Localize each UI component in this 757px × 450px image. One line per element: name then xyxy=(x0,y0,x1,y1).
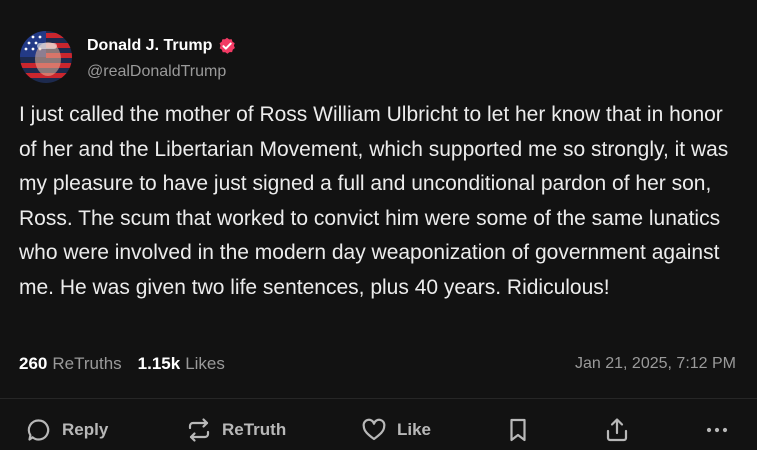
share-button[interactable] xyxy=(604,416,630,444)
retruths-label[interactable]: ReTruths xyxy=(52,354,121,374)
reply-label: Reply xyxy=(62,420,109,439)
post-stats: 260 ReTruths 1.15k Likes xyxy=(19,352,225,376)
reply-icon xyxy=(26,417,52,443)
author-handle[interactable]: @realDonaldTrump xyxy=(87,63,226,81)
avatar-image xyxy=(20,31,72,83)
author-name-row: Donald J. Trump xyxy=(87,35,236,57)
bookmark-icon xyxy=(507,417,529,443)
author-display-name[interactable]: Donald J. Trump xyxy=(87,37,212,55)
reply-button[interactable]: Reply xyxy=(26,416,108,444)
author-avatar[interactable] xyxy=(20,31,72,83)
share-icon xyxy=(604,417,630,443)
verified-badge-icon xyxy=(218,37,236,55)
likes-count[interactable]: 1.15k xyxy=(138,354,181,374)
retruth-button[interactable]: ReTruth xyxy=(186,416,286,444)
retruths-count[interactable]: 260 xyxy=(19,354,47,374)
bookmark-button[interactable] xyxy=(507,416,529,444)
more-icon xyxy=(704,417,730,443)
post-timestamp[interactable]: Jan 21, 2025, 7:12 PM xyxy=(575,352,736,376)
post-text: I just called the mother of Ross William… xyxy=(19,103,729,299)
like-button[interactable]: Like xyxy=(361,416,431,444)
truth-post: Donald J. Trump @realDonaldTrump I just … xyxy=(0,0,757,450)
like-label: Like xyxy=(397,420,432,439)
retruth-label: ReTruth xyxy=(222,420,287,439)
action-bar-divider xyxy=(0,398,757,399)
likes-label[interactable]: Likes xyxy=(185,354,225,374)
heart-icon xyxy=(361,417,387,443)
retruth-icon xyxy=(186,417,212,443)
more-options-button[interactable] xyxy=(704,416,730,444)
